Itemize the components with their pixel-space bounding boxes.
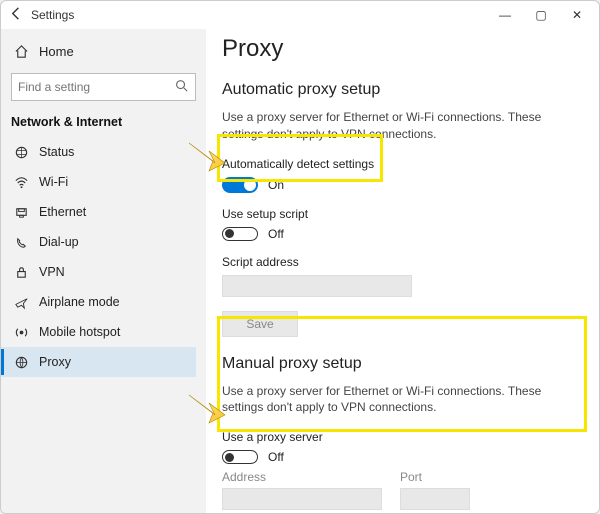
port-input[interactable]	[400, 488, 470, 510]
sidebar-item-label: Mobile hotspot	[39, 325, 120, 339]
save-button[interactable]: Save	[222, 311, 298, 337]
close-button[interactable]: ✕	[559, 1, 595, 29]
hotspot-icon	[11, 325, 31, 340]
search-input[interactable]	[18, 80, 174, 94]
dialup-icon	[11, 235, 31, 250]
sidebar-item-ethernet[interactable]: Ethernet	[1, 197, 196, 227]
status-icon	[11, 145, 31, 160]
port-label: Port	[400, 470, 470, 484]
proxy-icon	[11, 355, 31, 370]
sidebar-item-vpn[interactable]: VPN	[1, 257, 196, 287]
sidebar-item-status[interactable]: Status	[1, 137, 196, 167]
home-icon	[11, 44, 31, 59]
sidebar-item-label: VPN	[39, 265, 65, 279]
search-input-container[interactable]	[11, 73, 196, 101]
sidebar-item-airplane[interactable]: Airplane mode	[1, 287, 196, 317]
window-title: Settings	[31, 8, 74, 22]
sidebar-item-proxy[interactable]: Proxy	[1, 347, 196, 377]
sidebar-item-dialup[interactable]: Dial-up	[1, 227, 196, 257]
manual-description: Use a proxy server for Ethernet or Wi-Fi…	[222, 383, 572, 417]
auto-description: Use a proxy server for Ethernet or Wi-Fi…	[222, 109, 572, 143]
auto-detect-toggle[interactable]	[222, 177, 258, 193]
sidebar-item-label: Airplane mode	[39, 295, 120, 309]
back-button[interactable]	[5, 6, 27, 24]
search-icon	[174, 78, 189, 96]
sidebar-item-home[interactable]: Home	[11, 35, 196, 67]
address-label: Address	[222, 470, 382, 484]
sidebar-item-label: Proxy	[39, 355, 71, 369]
auto-detect-label: Automatically detect settings	[222, 157, 583, 171]
use-script-toggle[interactable]	[222, 227, 258, 241]
minimize-button[interactable]: —	[487, 1, 523, 29]
airplane-icon	[11, 295, 31, 310]
sidebar-item-label: Ethernet	[39, 205, 86, 219]
auto-detect-state: On	[268, 178, 284, 192]
sidebar-item-label: Status	[39, 145, 74, 159]
sidebar-category: Network & Internet	[11, 115, 196, 129]
ethernet-icon	[11, 205, 31, 220]
maximize-button[interactable]: ▢	[523, 1, 559, 29]
sidebar-home-label: Home	[39, 44, 74, 59]
use-proxy-state: Off	[268, 450, 284, 464]
use-proxy-label: Use a proxy server	[222, 430, 583, 444]
use-proxy-toggle[interactable]	[222, 450, 258, 464]
auto-heading: Automatic proxy setup	[222, 81, 583, 99]
use-script-label: Use setup script	[222, 207, 583, 221]
address-input[interactable]	[222, 488, 382, 510]
sidebar-item-hotspot[interactable]: Mobile hotspot	[1, 317, 196, 347]
script-address-input[interactable]	[222, 275, 412, 297]
manual-heading: Manual proxy setup	[222, 355, 583, 373]
sidebar-item-label: Wi-Fi	[39, 175, 68, 189]
sidebar-item-label: Dial-up	[39, 235, 79, 249]
sidebar-item-wifi[interactable]: Wi-Fi	[1, 167, 196, 197]
use-script-state: Off	[268, 227, 284, 241]
wifi-icon	[11, 175, 31, 190]
vpn-icon	[11, 265, 31, 280]
page-title: Proxy	[222, 35, 583, 63]
script-address-label: Script address	[222, 255, 583, 269]
